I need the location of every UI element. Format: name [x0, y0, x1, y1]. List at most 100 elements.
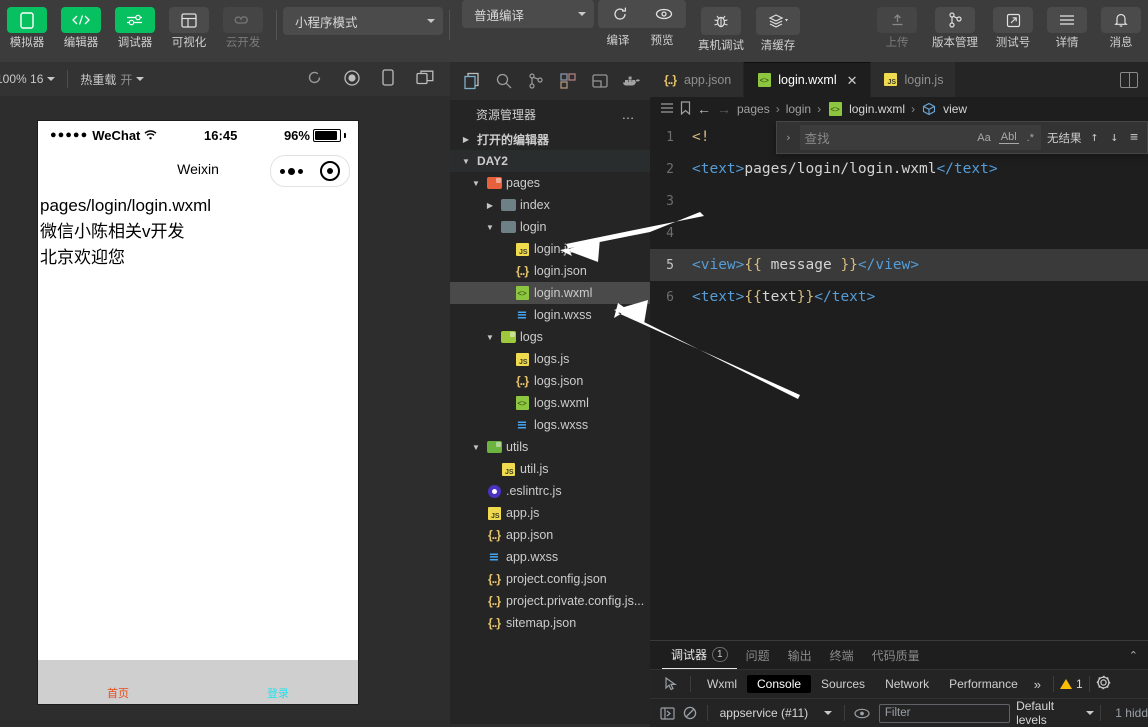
tree-item-.eslintrc.js[interactable]: .eslintrc.js [450, 480, 650, 502]
warning-indicator[interactable]: 1 [1060, 677, 1083, 691]
breadcrumb-symbol[interactable]: view [943, 102, 967, 116]
hot-reload-toggle[interactable]: 热重载 开 [80, 71, 145, 88]
files-icon[interactable] [456, 65, 488, 97]
tree-item-project.config.json[interactable]: {..} project.config.json [450, 568, 650, 590]
tab-login-js[interactable]: JS login.js [870, 62, 957, 97]
close-icon[interactable]: ✕ [847, 74, 858, 87]
match-case-icon[interactable]: Aa [975, 132, 992, 144]
gear-icon[interactable] [1096, 675, 1111, 693]
panel-tab-output[interactable]: 输出 [779, 641, 821, 669]
phone-preview[interactable]: ●●●●● WeChat 16:45 96% Weixin pages/logi… [38, 121, 358, 704]
find-prev-icon[interactable]: ↑ [1088, 130, 1102, 145]
test-account-button[interactable]: 测试号 [986, 0, 1040, 50]
breadcrumb-file[interactable]: login.wxml [849, 102, 905, 116]
find-input[interactable]: 查找 Aa Abl .* [799, 125, 1042, 150]
refresh-icon[interactable] [307, 70, 322, 88]
panel-tab-terminal[interactable]: 终端 [821, 641, 863, 669]
forward-arrow-icon[interactable]: → [717, 101, 731, 117]
source-control-icon[interactable] [520, 65, 552, 97]
record-icon[interactable] [344, 69, 360, 89]
tree-item-login.wxss[interactable]: ≡ login.wxss [450, 304, 650, 326]
device-debug-button[interactable]: 真机调试 [692, 0, 750, 53]
chevron-down-icon[interactable]: ▼ [470, 443, 482, 452]
tree-item-project.private.config.js...[interactable]: {..} project.private.config.js... [450, 590, 650, 612]
tree-item-login[interactable]: ▼ login [450, 216, 650, 238]
whole-word-icon[interactable]: Abl [998, 131, 1019, 144]
split-editor-icon[interactable] [1120, 71, 1138, 88]
chevron-down-icon[interactable]: ▼ [484, 333, 496, 342]
search-icon[interactable] [488, 65, 520, 97]
tree-item-index[interactable]: ▶ index [450, 194, 650, 216]
tab-login-wxml[interactable]: <> login.wxml ✕ [744, 62, 871, 97]
compile-button[interactable] [598, 0, 642, 28]
tree-item-sitemap.json[interactable]: {..} sitemap.json [450, 612, 650, 634]
breadcrumb-pages[interactable]: pages [737, 102, 770, 116]
extensions-icon[interactable] [552, 65, 584, 97]
eye-icon[interactable] [851, 708, 873, 719]
panel-tab-problems[interactable]: 问题 [737, 641, 779, 669]
devtools-more-icon[interactable]: » [1028, 677, 1047, 692]
clear-console-icon[interactable] [678, 706, 700, 720]
project-section[interactable]: ▼ DAY2 [450, 150, 650, 172]
tree-item-login.js[interactable]: JS login.js [450, 238, 650, 260]
compile-mode-select[interactable]: 普通编译 [462, 0, 594, 28]
tree-item-util.js[interactable]: JS util.js [450, 458, 650, 480]
toolbar-cloud-button[interactable]: 云开发 [216, 0, 270, 50]
mode-select[interactable]: 小程序模式 [283, 7, 443, 35]
panel-icon[interactable] [584, 65, 616, 97]
panel-collapse-icon[interactable]: ⌃ [1129, 649, 1148, 662]
tree-item-pages[interactable]: ▼ pages [450, 172, 650, 194]
regex-icon[interactable]: .* [1025, 132, 1036, 144]
simulator-zoom-select[interactable]: 100% 16 [0, 72, 56, 86]
bookmark-icon[interactable] [680, 100, 691, 118]
sidebar-toggle-icon[interactable] [656, 706, 678, 720]
tree-item-app.js[interactable]: JS app.js [450, 502, 650, 524]
find-widget[interactable]: › 查找 Aa Abl .* 无结果 ↑ ↓ ≡ [776, 121, 1148, 154]
console-context-select[interactable]: appservice (#11) [714, 706, 838, 720]
devtools-tab-console[interactable]: Console [747, 675, 812, 693]
upload-button[interactable]: 上传 [870, 0, 924, 50]
devtools-tab-performance[interactable]: Performance [939, 675, 1028, 693]
toolbar-editor-button[interactable]: 编辑器 [54, 0, 108, 50]
tabbar-item-login[interactable]: 登录 [198, 685, 358, 704]
clear-cache-button[interactable]: 清缓存 [750, 0, 806, 53]
chevron-right-icon[interactable]: ▶ [484, 201, 496, 210]
multi-window-icon[interactable] [416, 70, 434, 88]
find-next-icon[interactable]: ↓ [1107, 130, 1121, 145]
find-expand-icon[interactable]: › [783, 131, 794, 144]
find-in-selection-icon[interactable]: ≡ [1127, 130, 1141, 145]
tree-item-login.json[interactable]: {..} login.json [450, 260, 650, 282]
devtools-tab-wxml[interactable]: Wxml [697, 675, 747, 693]
tree-item-login.wxml[interactable]: <> login.wxml [450, 282, 650, 304]
message-button[interactable]: 消息 [1094, 0, 1148, 50]
breadcrumb-login[interactable]: login [786, 102, 811, 116]
version-control-button[interactable]: 版本管理 [924, 0, 986, 50]
tree-item-logs.wxss[interactable]: ≡ logs.wxss [450, 414, 650, 436]
toolbar-visual-button[interactable]: 可视化 [162, 0, 216, 50]
back-arrow-icon[interactable]: ← [697, 101, 711, 117]
tab-app-json[interactable]: {..} app.json [650, 62, 745, 97]
console-levels-select[interactable]: Default levels [1016, 699, 1095, 727]
outline-icon[interactable] [660, 102, 674, 117]
tree-item-app.json[interactable]: {..} app.json [450, 524, 650, 546]
toolbar-debugger-button[interactable]: 调试器 [108, 0, 162, 50]
tree-item-logs.wxml[interactable]: <> logs.wxml [450, 392, 650, 414]
details-button[interactable]: 详情 [1040, 0, 1094, 50]
chevron-down-icon[interactable]: ▼ [484, 223, 496, 232]
tree-item-logs.js[interactable]: JS logs.js [450, 348, 650, 370]
devtools-tab-sources[interactable]: Sources [811, 675, 875, 693]
rotate-device-icon[interactable] [382, 69, 394, 89]
tabbar-item-home[interactable]: 首页 [38, 685, 198, 704]
open-editors-section[interactable]: ▶ 打开的编辑器 [450, 128, 650, 150]
tree-item-utils[interactable]: ▼ utils [450, 436, 650, 458]
chevron-down-icon[interactable]: ▼ [470, 179, 482, 188]
explorer-more-icon[interactable]: … [622, 107, 637, 122]
console-filter-input[interactable]: Filter [878, 703, 1011, 723]
tree-item-app.wxss[interactable]: ≡ app.wxss [450, 546, 650, 568]
tree-item-logs.json[interactable]: {..} logs.json [450, 370, 650, 392]
preview-button[interactable] [642, 0, 686, 28]
code-editor[interactable]: 1 <! 2 <text>pages/login/login.wxml</text> 3… [650, 121, 1148, 621]
tree-item-logs[interactable]: ▼ logs [450, 326, 650, 348]
wechat-capsule[interactable] [270, 155, 350, 187]
docker-icon[interactable] [616, 65, 648, 97]
